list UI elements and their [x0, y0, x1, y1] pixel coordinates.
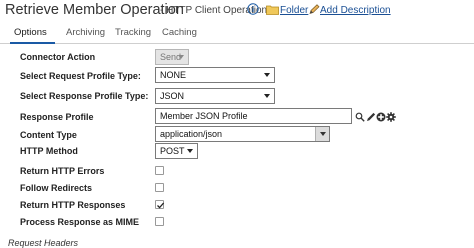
return-http-responses-label: Return HTTP Responses	[20, 200, 126, 210]
operation-header: Retrieve Member Operation - HTTP Client …	[0, 0, 474, 22]
tab-bar: Options Archiving Tracking Caching	[0, 24, 474, 44]
info-icon[interactable]	[247, 3, 259, 15]
connector-action-label: Connector Action	[20, 52, 96, 62]
add-circle-icon[interactable]	[376, 112, 386, 122]
tab-options[interactable]: Options	[14, 27, 47, 38]
response-profile-value: Member JSON Profile	[160, 111, 248, 121]
tab-caching[interactable]: Caching	[162, 27, 197, 38]
add-description-link[interactable]: Add Description	[320, 5, 391, 16]
http-method-select[interactable]: POST	[155, 143, 198, 159]
response-profile-type-select[interactable]: JSON	[155, 88, 275, 104]
folder-link[interactable]: Folder	[280, 5, 308, 16]
response-profile-type-label: Select Response Profile Type:	[20, 91, 149, 101]
edit-pencil-icon[interactable]	[366, 112, 376, 122]
response-profile-type-value: JSON	[160, 91, 185, 101]
request-profile-type-select[interactable]: NONE	[155, 67, 275, 83]
http-method-value: POST	[160, 146, 185, 156]
return-http-responses-checkbox[interactable]	[155, 200, 165, 209]
content-type-dropdown-button[interactable]	[315, 127, 329, 141]
search-icon[interactable]	[355, 112, 365, 122]
chevron-down-icon	[320, 132, 326, 136]
folder-icon[interactable]	[266, 4, 279, 15]
content-type-combo[interactable]: application/json	[155, 126, 330, 142]
content-type-value: application/json	[160, 129, 223, 139]
chevron-down-icon	[264, 94, 270, 98]
request-profile-type-label: Select Request Profile Type:	[20, 71, 141, 81]
return-http-errors-label: Return HTTP Errors	[20, 166, 105, 176]
page-title: Retrieve Member Operation	[5, 2, 184, 18]
content-type-label: Content Type	[20, 130, 77, 140]
process-response-mime-checkbox[interactable]	[155, 217, 164, 226]
tab-archiving[interactable]: Archiving	[66, 27, 105, 38]
request-headers-heading: Request Headers	[8, 238, 79, 248]
tab-tracking[interactable]: Tracking	[115, 27, 151, 38]
follow-redirects-label: Follow Redirects	[20, 183, 93, 193]
chevron-down-icon	[187, 149, 193, 153]
http-method-label: HTTP Method	[20, 146, 78, 156]
connector-action-select[interactable]: Send	[155, 49, 189, 65]
follow-redirects-checkbox[interactable]	[155, 183, 164, 192]
process-response-mime-label: Process Response as MIME	[20, 217, 140, 227]
checkmark-icon	[157, 202, 165, 209]
chevron-down-icon	[264, 73, 270, 77]
gear-icon[interactable]	[386, 112, 396, 122]
return-http-errors-checkbox[interactable]	[155, 166, 164, 175]
response-profile-field[interactable]: Member JSON Profile	[155, 108, 352, 124]
chevron-down-icon	[178, 55, 184, 59]
request-profile-type-value: NONE	[160, 70, 187, 80]
active-tab-indicator	[10, 42, 55, 44]
response-profile-label: Response Profile	[20, 112, 94, 122]
